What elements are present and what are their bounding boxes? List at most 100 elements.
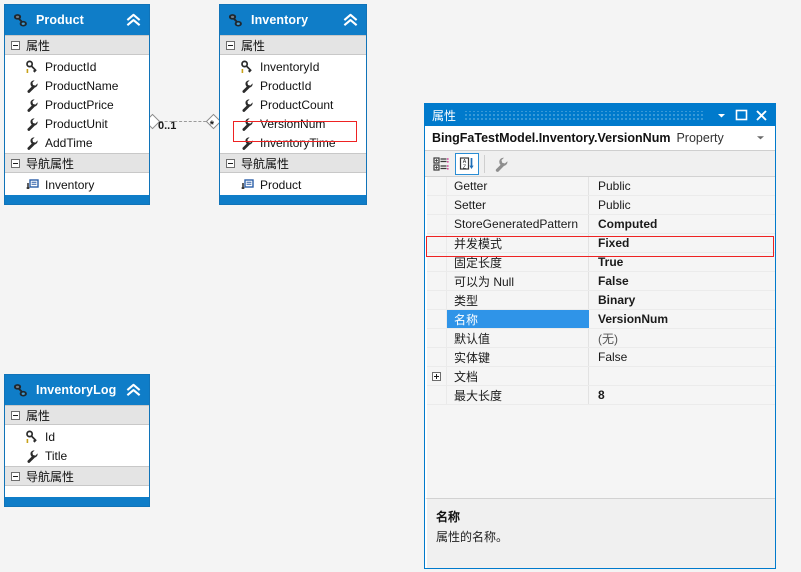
- section-expander-icon[interactable]: [11, 472, 20, 481]
- table-row[interactable]: 固定长度 True: [427, 253, 775, 272]
- row-gutter: [427, 177, 447, 195]
- section-expander-icon[interactable]: [11, 159, 20, 168]
- entity-product-section-properties[interactable]: 属性: [5, 35, 149, 55]
- categorized-icon[interactable]: [429, 153, 453, 175]
- entity-inventorylog-header[interactable]: InventoryLog: [5, 375, 149, 405]
- section-label: 导航属性: [26, 468, 74, 485]
- section-expander-icon[interactable]: [11, 41, 20, 50]
- table-row[interactable]: 实体键 False: [427, 348, 775, 367]
- row-gutter: [427, 253, 447, 271]
- properties-toolbar[interactable]: A Z: [425, 151, 775, 177]
- navigation-property-row[interactable]: Inventory: [5, 175, 149, 194]
- chevron-down-icon[interactable]: [711, 106, 731, 124]
- entity-product-section-navigation[interactable]: 导航属性: [5, 153, 149, 173]
- entity-inventory-header[interactable]: Inventory: [220, 5, 366, 35]
- table-row[interactable]: StoreGeneratedPattern Computed: [427, 215, 775, 234]
- property-label: VersionNum: [260, 117, 325, 131]
- table-row-documentation[interactable]: 文档: [427, 367, 775, 386]
- property-value[interactable]: Fixed: [589, 234, 775, 252]
- entity-type-icon: [227, 12, 244, 29]
- table-row[interactable]: 默认值 (无): [427, 329, 775, 348]
- entity-inventory-section-properties[interactable]: 属性: [220, 35, 366, 55]
- description-title: 名称: [436, 508, 765, 525]
- property-value[interactable]: Public: [589, 177, 775, 195]
- table-row[interactable]: 最大长度 8: [427, 386, 775, 405]
- property-value[interactable]: True: [589, 253, 775, 271]
- entity-inventorylog[interactable]: InventoryLog 属性 Id Title: [4, 374, 150, 507]
- entity-product[interactable]: Product 属性 ProductId ProductName: [4, 4, 150, 205]
- row-expander-icon[interactable]: [432, 372, 441, 381]
- wrench-icon[interactable]: [489, 153, 513, 175]
- properties-grid-rows: Getter Public Setter Public StoreGenerat…: [427, 177, 775, 405]
- property-row[interactable]: Title: [5, 446, 149, 465]
- property-label: ProductPrice: [45, 98, 114, 112]
- key-icon: [240, 60, 254, 74]
- toolbar-separator: [484, 155, 485, 173]
- collapse-chevron-icon[interactable]: [341, 12, 360, 29]
- property-value[interactable]: False: [589, 348, 775, 366]
- section-expander-icon[interactable]: [11, 411, 20, 420]
- property-value[interactable]: [589, 367, 775, 385]
- wrench-icon: [240, 136, 254, 150]
- property-row[interactable]: Id: [5, 427, 149, 446]
- property-row[interactable]: ProductId: [220, 76, 366, 95]
- entity-product-footer: [5, 195, 149, 204]
- entity-inventory[interactable]: Inventory 属性 InventoryId ProductId: [219, 4, 367, 205]
- property-value[interactable]: Computed: [589, 215, 775, 233]
- property-row[interactable]: ProductId: [5, 57, 149, 76]
- table-row-concurrency-mode[interactable]: 并发模式 Fixed: [427, 234, 775, 253]
- entity-inventorylog-section-properties[interactable]: 属性: [5, 405, 149, 425]
- property-name: 默认值: [447, 329, 589, 347]
- entity-inventorylog-navigation-list: [5, 486, 149, 497]
- table-row[interactable]: Setter Public: [427, 196, 775, 215]
- property-name: Getter: [447, 177, 589, 195]
- property-row[interactable]: ProductCount: [220, 95, 366, 114]
- chevron-down-icon[interactable]: [752, 131, 769, 145]
- collapse-chevron-icon[interactable]: [124, 382, 143, 399]
- property-row[interactable]: ProductPrice: [5, 95, 149, 114]
- property-row[interactable]: InventoryTime: [220, 133, 366, 152]
- entity-product-navigation-list: Inventory: [5, 173, 149, 195]
- section-expander-icon[interactable]: [226, 159, 235, 168]
- property-value[interactable]: Public: [589, 196, 775, 214]
- sort-alpha-icon[interactable]: A Z: [455, 153, 479, 175]
- row-gutter[interactable]: [427, 367, 447, 385]
- wrench-icon: [25, 136, 39, 150]
- entity-type-icon: [12, 12, 29, 29]
- property-name: 名称: [447, 310, 589, 328]
- property-value[interactable]: 8: [589, 386, 775, 404]
- row-gutter: [427, 310, 447, 328]
- property-row[interactable]: AddTime: [5, 133, 149, 152]
- maximize-icon[interactable]: [731, 106, 751, 124]
- properties-object-selector[interactable]: BingFaTestModel.Inventory.VersionNum Pro…: [425, 126, 775, 151]
- key-icon: [25, 430, 39, 444]
- entity-inventory-section-navigation[interactable]: 导航属性: [220, 153, 366, 173]
- property-value[interactable]: Binary: [589, 291, 775, 309]
- entity-product-header[interactable]: Product: [5, 5, 149, 35]
- table-row[interactable]: 类型 Binary: [427, 291, 775, 310]
- property-row-versionnum[interactable]: VersionNum: [220, 114, 366, 133]
- section-label: 属性: [26, 37, 50, 54]
- table-row-name-selected[interactable]: 名称 VersionNum: [427, 310, 775, 329]
- property-row[interactable]: InventoryId: [220, 57, 366, 76]
- properties-window[interactable]: 属性 BingFaTestModel.Inventory.VersionNum …: [424, 103, 776, 569]
- entity-product-title: Product: [36, 13, 124, 27]
- navigation-property-row[interactable]: Product: [220, 175, 366, 194]
- property-value[interactable]: (无): [589, 329, 775, 347]
- row-gutter: [427, 196, 447, 214]
- property-value[interactable]: VersionNum: [589, 310, 775, 328]
- entity-inventorylog-section-navigation[interactable]: 导航属性: [5, 466, 149, 486]
- row-gutter: [427, 386, 447, 404]
- properties-window-titlebar[interactable]: 属性: [425, 104, 775, 126]
- properties-grid[interactable]: Getter Public Setter Public StoreGenerat…: [425, 177, 775, 498]
- property-row[interactable]: ProductName: [5, 76, 149, 95]
- window-drag-grip[interactable]: [464, 111, 703, 120]
- table-row[interactable]: Getter Public: [427, 177, 775, 196]
- property-value[interactable]: False: [589, 272, 775, 290]
- property-row[interactable]: ProductUnit: [5, 114, 149, 133]
- close-icon[interactable]: [751, 106, 771, 124]
- table-row[interactable]: 可以为 Null False: [427, 272, 775, 291]
- section-expander-icon[interactable]: [226, 41, 235, 50]
- association-connector[interactable]: 0..1 *: [147, 104, 219, 138]
- collapse-chevron-icon[interactable]: [124, 12, 143, 29]
